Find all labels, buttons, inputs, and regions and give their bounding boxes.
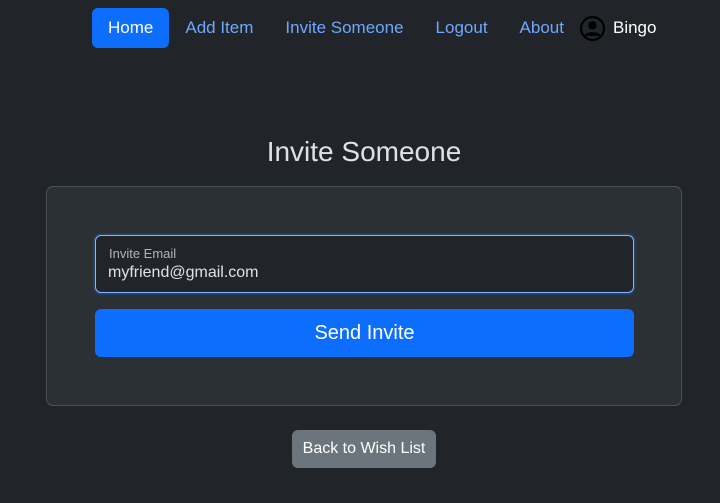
email-field-label: Invite Email — [109, 246, 177, 261]
page-title: Invite Someone — [266, 136, 462, 167]
nav-logout[interactable]: Logout — [420, 8, 504, 48]
page: Home Add Item Invite Someone Logout Abou… — [0, 0, 720, 503]
nav-home[interactable]: Home — [92, 8, 170, 48]
back-to-wish-list-button[interactable]: Back to Wish List — [292, 430, 436, 468]
nav-invite-someone[interactable]: Invite Someone — [269, 8, 419, 48]
top-nav: Home Add Item Invite Someone Logout Abou… — [92, 8, 656, 48]
user-circle-icon — [579, 15, 605, 41]
nav-about[interactable]: About — [504, 8, 580, 48]
nav-add-item[interactable]: Add Item — [169, 8, 269, 48]
invite-form-card: Invite Email Send Invite — [46, 186, 682, 406]
user-name: Bingo — [612, 18, 657, 37]
email-field[interactable]: Invite Email — [95, 235, 634, 293]
send-invite-button[interactable]: Send Invite — [95, 309, 634, 357]
user-display: Bingo — [579, 8, 657, 48]
email-input[interactable] — [108, 262, 618, 284]
